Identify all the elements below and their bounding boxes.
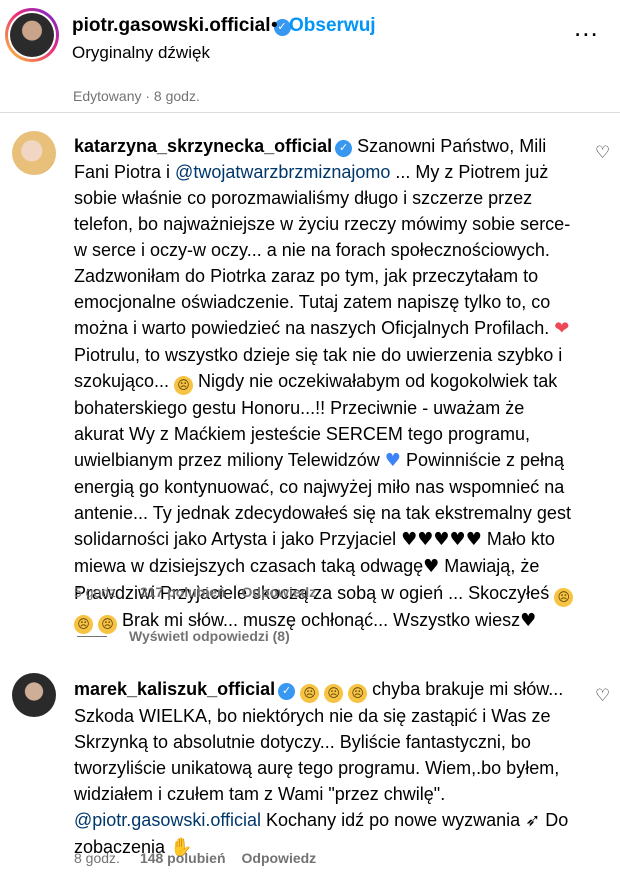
author-avatar[interactable] bbox=[5, 8, 59, 62]
likes-count[interactable]: 317 polubień bbox=[140, 584, 226, 600]
more-options-icon[interactable]: ... bbox=[574, 14, 599, 40]
crying-face-icon: ☹ bbox=[554, 588, 574, 607]
commenter-avatar[interactable] bbox=[12, 131, 56, 175]
comment-meta: 8 godz. 148 polubień Odpowiedz bbox=[74, 850, 316, 866]
post-edited-meta: Edytowany · 8 godz. bbox=[73, 88, 200, 104]
commenter-avatar[interactable] bbox=[12, 673, 56, 717]
view-replies-button[interactable]: Wyświetl odpowiedzi (8) bbox=[77, 628, 290, 644]
comment-username[interactable]: marek_kaliszuk_official bbox=[74, 679, 275, 699]
verified-badge-icon: ✓ bbox=[278, 683, 296, 700]
verified-badge-icon: ✓ bbox=[335, 140, 353, 157]
crying-face-icon: ☹ bbox=[300, 684, 320, 703]
like-heart-icon[interactable]: ♡ bbox=[595, 686, 610, 706]
post-header: piotr.gasowski.official ✓ • Obserwuj ... … bbox=[0, 0, 620, 80]
reply-button[interactable]: Odpowiedz bbox=[242, 584, 317, 600]
mention-link[interactable]: @twojatwarzbrzmiznajomo bbox=[175, 162, 390, 182]
audio-subtitle[interactable]: Oryginalny dźwięk bbox=[72, 43, 210, 63]
divider bbox=[0, 112, 620, 113]
comment-username[interactable]: katarzyna_skrzynecka_official bbox=[74, 136, 332, 156]
follow-button[interactable]: Obserwuj bbox=[289, 15, 376, 37]
author-username[interactable]: piotr.gasowski.official ✓ bbox=[72, 15, 291, 37]
crying-face-icon: ☹ bbox=[324, 684, 344, 703]
crying-face-icon: ☹ bbox=[174, 376, 194, 395]
comment-meta: 5 godz. 317 polubień Odpowiedz bbox=[74, 584, 316, 600]
like-heart-icon[interactable]: ♡ bbox=[595, 143, 610, 163]
reply-button[interactable]: Odpowiedz bbox=[242, 850, 317, 866]
mention-link[interactable]: @piotr.gasowski.official bbox=[74, 810, 261, 830]
red-heart-icon: ❤ bbox=[554, 318, 570, 339]
blue-heart-icon: ♥ bbox=[384, 450, 401, 471]
separator-dot: • bbox=[271, 15, 278, 36]
black-hearts-icon: ♥♥♥♥♥ bbox=[401, 529, 482, 550]
comment-body: marek_kaliszuk_official ✓ ☹ ☹ ☹ chyba bra… bbox=[74, 679, 569, 858]
rocket-icon: ➶ bbox=[525, 810, 541, 831]
replies-line bbox=[77, 636, 107, 637]
black-heart-icon: ♥ bbox=[520, 610, 537, 631]
comment-body: katarzyna_skrzynecka_official ✓ Szanowni … bbox=[74, 133, 579, 634]
crying-face-icon: ☹ bbox=[348, 684, 368, 703]
comment-time: 8 godz. bbox=[74, 850, 120, 866]
likes-count[interactable]: 148 polubień bbox=[140, 850, 226, 866]
comment-time: 5 godz. bbox=[74, 584, 120, 600]
black-heart-icon: ♥ bbox=[423, 556, 440, 577]
